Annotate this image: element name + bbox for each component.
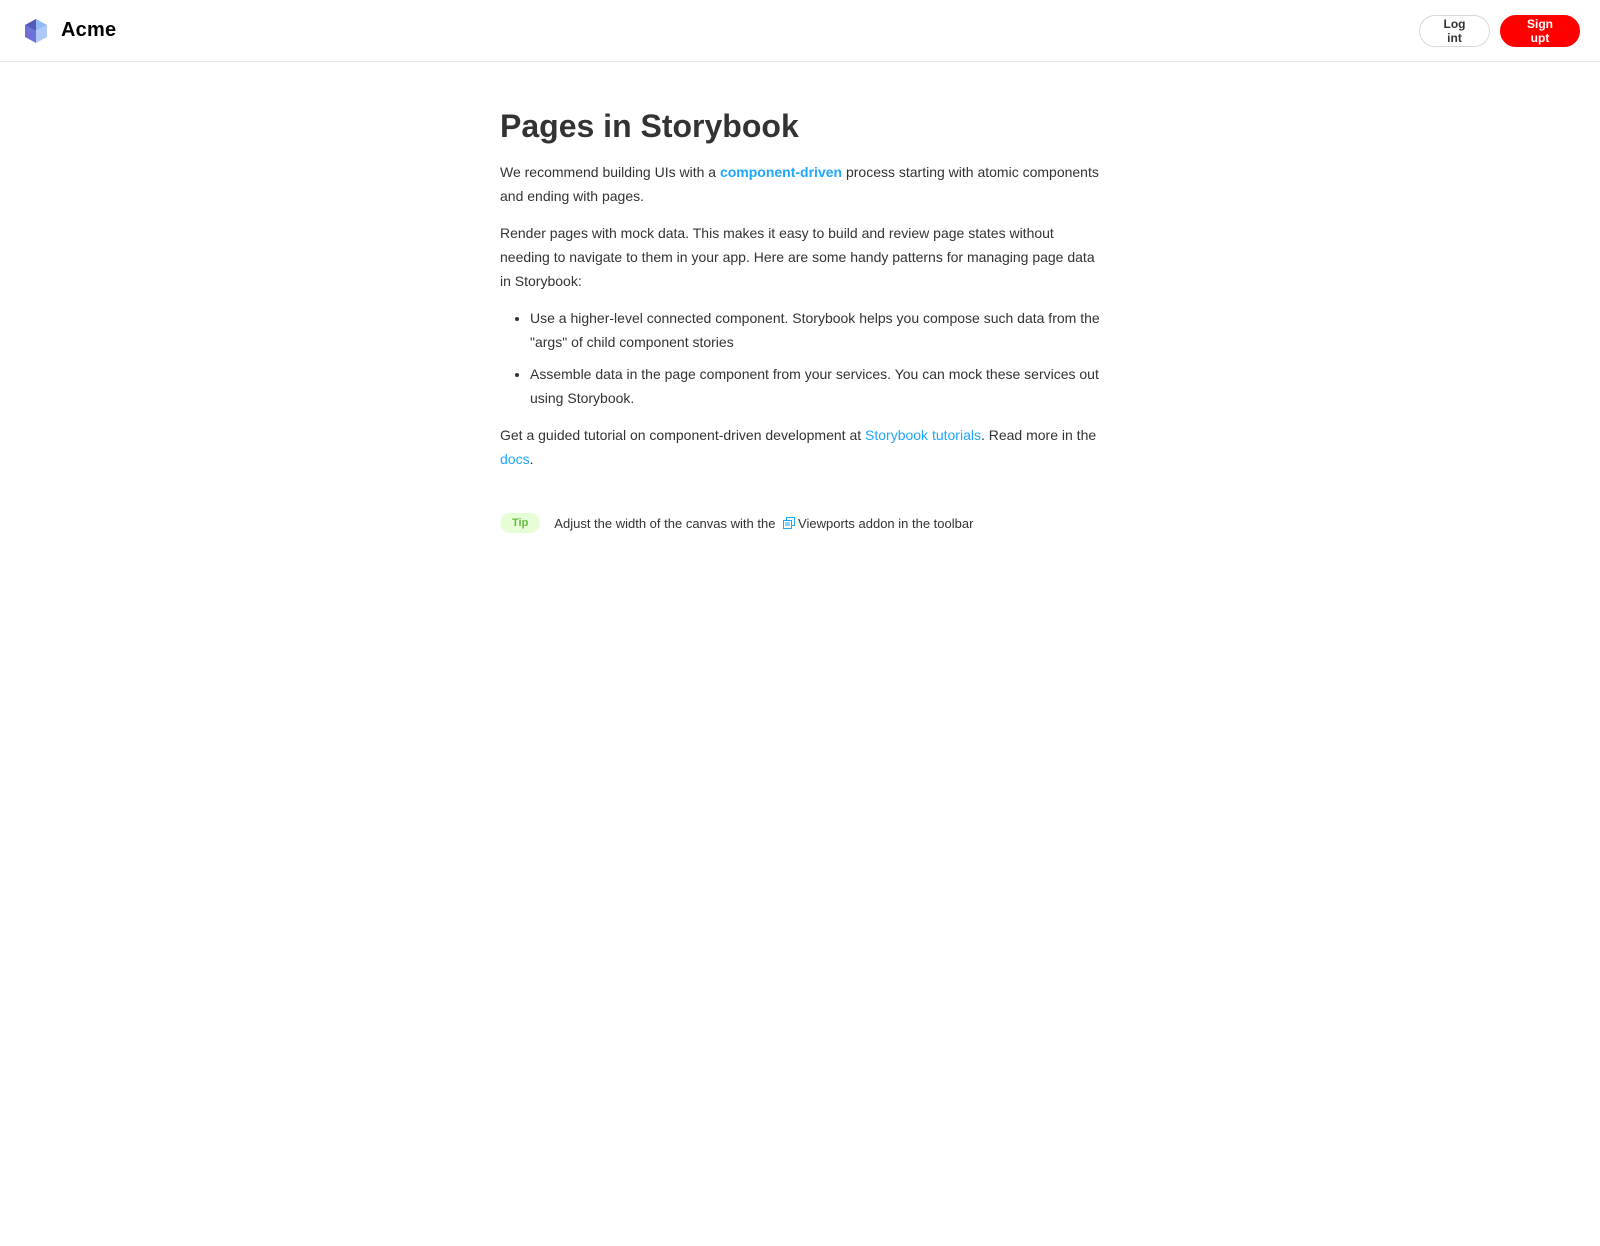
page-title: Pages in Storybook (500, 108, 799, 144)
sign-up-button[interactable]: Sign upt (1500, 14, 1580, 47)
tip-text-start: Adjust the width of the canvas with the (554, 515, 780, 531)
viewport-icon (783, 516, 796, 529)
tip-wrapper: Tip Adjust the width of the canvas with … (500, 513, 1104, 533)
list-item: Use a higher-level connected component. … (530, 306, 1104, 354)
list-item: Assemble data in the page component from… (530, 362, 1104, 410)
brand-name: Acme (61, 19, 117, 41)
tip-text: Adjust the width of the canvas with the … (554, 516, 973, 531)
intro-text-start: We recommend building UIs with a (500, 164, 720, 180)
docs-link[interactable]: docs (500, 451, 530, 467)
mock-data-paragraph: Render pages with mock data. This makes … (500, 225, 1095, 289)
tip-text-end: Viewports addon in the toolbar (798, 515, 974, 531)
header-actions: Log int Sign upt (1419, 14, 1580, 47)
patterns-list: Use a higher-level connected component. … (500, 306, 1104, 410)
component-driven-link[interactable]: component-driven (720, 164, 842, 180)
outro-text-end: . (529, 451, 534, 467)
tutorial-paragraph: Get a guided tutorial on component-drive… (500, 423, 1104, 471)
storybook-tutorials-link[interactable]: Storybook tutorials (865, 427, 981, 443)
brand[interactable]: Acme (24, 18, 116, 44)
intro-paragraph: We recommend building UIs with a compone… (500, 160, 1104, 208)
tip-badge: Tip (500, 513, 541, 533)
site-header: Acme Log int Sign upt (0, 0, 1600, 62)
outro-text-start: Get a guided tutorial on component-drive… (500, 427, 866, 443)
page-content: Pages in Storybook We recommend building… (500, 106, 1104, 533)
acme-cube-logo-icon (24, 18, 48, 44)
log-in-button[interactable]: Log int (1419, 14, 1490, 47)
outro-text-middle: . Read more in the (980, 427, 1097, 443)
